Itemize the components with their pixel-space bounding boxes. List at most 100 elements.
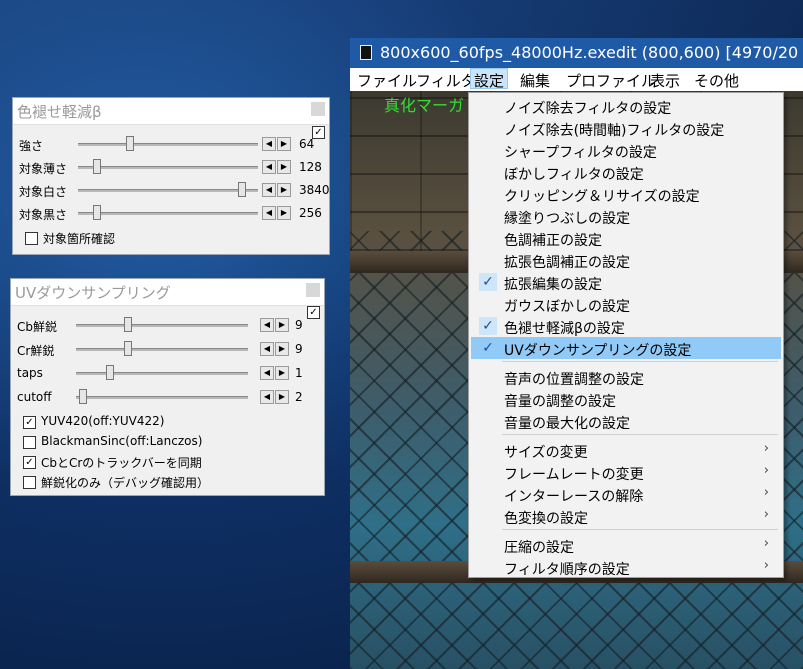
slider-label: 対象黒さ: [19, 208, 68, 222]
increment-button[interactable]: ▶: [275, 366, 289, 380]
slider-value[interactable]: 64: [299, 137, 314, 151]
slider-track[interactable]: [78, 166, 258, 169]
chevron-right-icon: ›: [763, 558, 769, 573]
slider-value[interactable]: 9: [295, 342, 303, 356]
slider-row-target-white: 対象白さ ◀ ▶ 3840: [13, 179, 330, 201]
slider-row-taps: taps ◀ ▶ 1: [11, 362, 324, 384]
menu-item-border-fill[interactable]: 縁塗りつぶしの設定: [471, 205, 781, 227]
menu-settings[interactable]: 設定: [470, 68, 509, 90]
slider-thumb[interactable]: [124, 341, 132, 356]
increment-button[interactable]: ▶: [277, 160, 291, 174]
menu-profile[interactable]: プロファイル: [566, 70, 656, 91]
menu-filter[interactable]: フィルタ: [416, 70, 476, 91]
menu-item-volume-adjust[interactable]: 音量の調整の設定: [471, 388, 781, 410]
menu-item-noise-filter[interactable]: ノイズ除去フィルタの設定: [471, 95, 781, 117]
menu-item-deinterlace[interactable]: インターレースの解除 ›: [471, 483, 781, 505]
menu-item-extended-edit[interactable]: ✓ 拡張編集の設定: [471, 271, 781, 293]
menu-item-label: 色変換の設定: [504, 511, 588, 527]
menu-item-label: フィルタ順序の設定: [504, 562, 630, 578]
check-icon: ✓: [482, 340, 494, 356]
step-buttons: ◀ ▶: [262, 206, 292, 220]
slider-thumb[interactable]: [126, 136, 134, 151]
decrement-button[interactable]: ◀: [262, 206, 276, 220]
close-button[interactable]: [311, 102, 325, 116]
decrement-button[interactable]: ◀: [260, 366, 274, 380]
checkbox-box[interactable]: [23, 476, 36, 489]
slider-label: 対象薄さ: [19, 162, 68, 176]
increment-button[interactable]: ▶: [275, 390, 289, 404]
slider-value[interactable]: 1: [295, 366, 303, 380]
menu-item-label: クリッピング＆リサイズの設定: [504, 189, 700, 205]
panel-title-bar[interactable]: UVダウンサンプリング: [11, 279, 324, 306]
menu-item-label: 音量の最大化の設定: [504, 416, 630, 432]
menu-item-volume-maximize[interactable]: 音量の最大化の設定: [471, 410, 781, 432]
slider-row-cr-sharpness: Cr鮮鋭 ◀ ▶ 9: [11, 338, 324, 360]
slider-track[interactable]: [78, 212, 258, 215]
slider-track[interactable]: [76, 396, 248, 399]
menu-item-color-conversion[interactable]: 色変換の設定 ›: [471, 505, 781, 527]
slider-thumb[interactable]: [238, 182, 246, 197]
menu-item-resize[interactable]: サイズの変更 ›: [471, 439, 781, 461]
decrement-button[interactable]: ◀: [262, 160, 276, 174]
slider-value[interactable]: 3840: [299, 183, 330, 197]
menu-edit[interactable]: 編集: [520, 70, 550, 91]
checkbox-box[interactable]: ✓: [23, 456, 36, 469]
menu-item-label: フレームレートの変更: [504, 467, 644, 483]
chevron-right-icon: ›: [763, 485, 769, 500]
menu-item-compression[interactable]: 圧縮の設定 ›: [471, 534, 781, 556]
increment-button[interactable]: ▶: [275, 342, 289, 356]
slider-track[interactable]: [76, 348, 248, 351]
slider-track[interactable]: [78, 189, 258, 192]
slider-thumb[interactable]: [79, 389, 87, 404]
menu-view[interactable]: 表示: [650, 70, 680, 91]
decrement-button[interactable]: ◀: [262, 183, 276, 197]
slider-value[interactable]: 128: [299, 160, 322, 174]
menu-item-clipping-resize[interactable]: クリッピング＆リサイズの設定: [471, 183, 781, 205]
checkbox-label: YUV420(off:YUV422): [41, 414, 165, 428]
slider-track[interactable]: [76, 324, 248, 327]
menu-item-blur[interactable]: ぼかしフィルタの設定: [471, 161, 781, 183]
menu-item-framerate[interactable]: フレームレートの変更 ›: [471, 461, 781, 483]
slider-track[interactable]: [78, 143, 258, 146]
close-button[interactable]: [306, 283, 320, 297]
preview-caption: 真化マーガ: [384, 96, 465, 115]
menu-item-label: 拡張色調補正の設定: [504, 255, 630, 271]
menu-item-label: 音声の位置調整の設定: [504, 372, 644, 388]
slider-thumb[interactable]: [93, 205, 101, 220]
increment-button[interactable]: ▶: [277, 137, 291, 151]
increment-button[interactable]: ▶: [277, 183, 291, 197]
slider-row-target-black: 対象黒さ ◀ ▶ 256: [13, 202, 329, 224]
menu-item-uv-downsampling[interactable]: ✓ UVダウンサンプリングの設定: [471, 337, 781, 359]
menu-item-color-correction[interactable]: 色調補正の設定: [471, 227, 781, 249]
chevron-right-icon: ›: [763, 441, 769, 456]
decrement-button[interactable]: ◀: [260, 390, 274, 404]
panel-title-bar[interactable]: 色褪せ軽減β: [13, 98, 329, 125]
slider-thumb[interactable]: [93, 159, 101, 174]
checkbox-box[interactable]: ✓: [23, 416, 36, 429]
slider-thumb[interactable]: [106, 365, 114, 380]
menu-item-audio-position[interactable]: 音声の位置調整の設定: [471, 366, 781, 388]
decrement-button[interactable]: ◀: [260, 318, 274, 332]
menu-item-fade-reduction[interactable]: ✓ 色褪せ軽減βの設定: [471, 315, 781, 337]
menu-item-filter-order[interactable]: フィルタ順序の設定 ›: [471, 556, 781, 578]
slider-track[interactable]: [76, 372, 248, 375]
increment-button[interactable]: ▶: [275, 318, 289, 332]
menu-item-sharpen[interactable]: シャープフィルタの設定: [471, 139, 781, 161]
slider-value[interactable]: 2: [295, 390, 303, 404]
slider-value[interactable]: 9: [295, 318, 303, 332]
menu-item-ext-color-correction[interactable]: 拡張色調補正の設定: [471, 249, 781, 271]
menu-item-gaussian-blur[interactable]: ガウスぼかしの設定: [471, 293, 781, 315]
decrement-button[interactable]: ◀: [260, 342, 274, 356]
menu-item-label: インターレースの解除: [504, 489, 644, 505]
checkbox-box[interactable]: [25, 232, 38, 245]
slider-value[interactable]: 256: [299, 206, 322, 220]
menu-other[interactable]: その他: [694, 70, 739, 91]
window-title-bar[interactable]: 800x600_60fps_48000Hz.exedit (800,600) […: [350, 38, 803, 68]
menu-item-label: ぼかしフィルタの設定: [504, 167, 644, 183]
increment-button[interactable]: ▶: [277, 206, 291, 220]
menu-item-temporal-noise[interactable]: ノイズ除去(時間軸)フィルタの設定: [471, 117, 781, 139]
decrement-button[interactable]: ◀: [262, 137, 276, 151]
checkbox-box[interactable]: [23, 436, 36, 449]
slider-thumb[interactable]: [124, 317, 132, 332]
menu-file[interactable]: ファイル: [357, 70, 417, 91]
